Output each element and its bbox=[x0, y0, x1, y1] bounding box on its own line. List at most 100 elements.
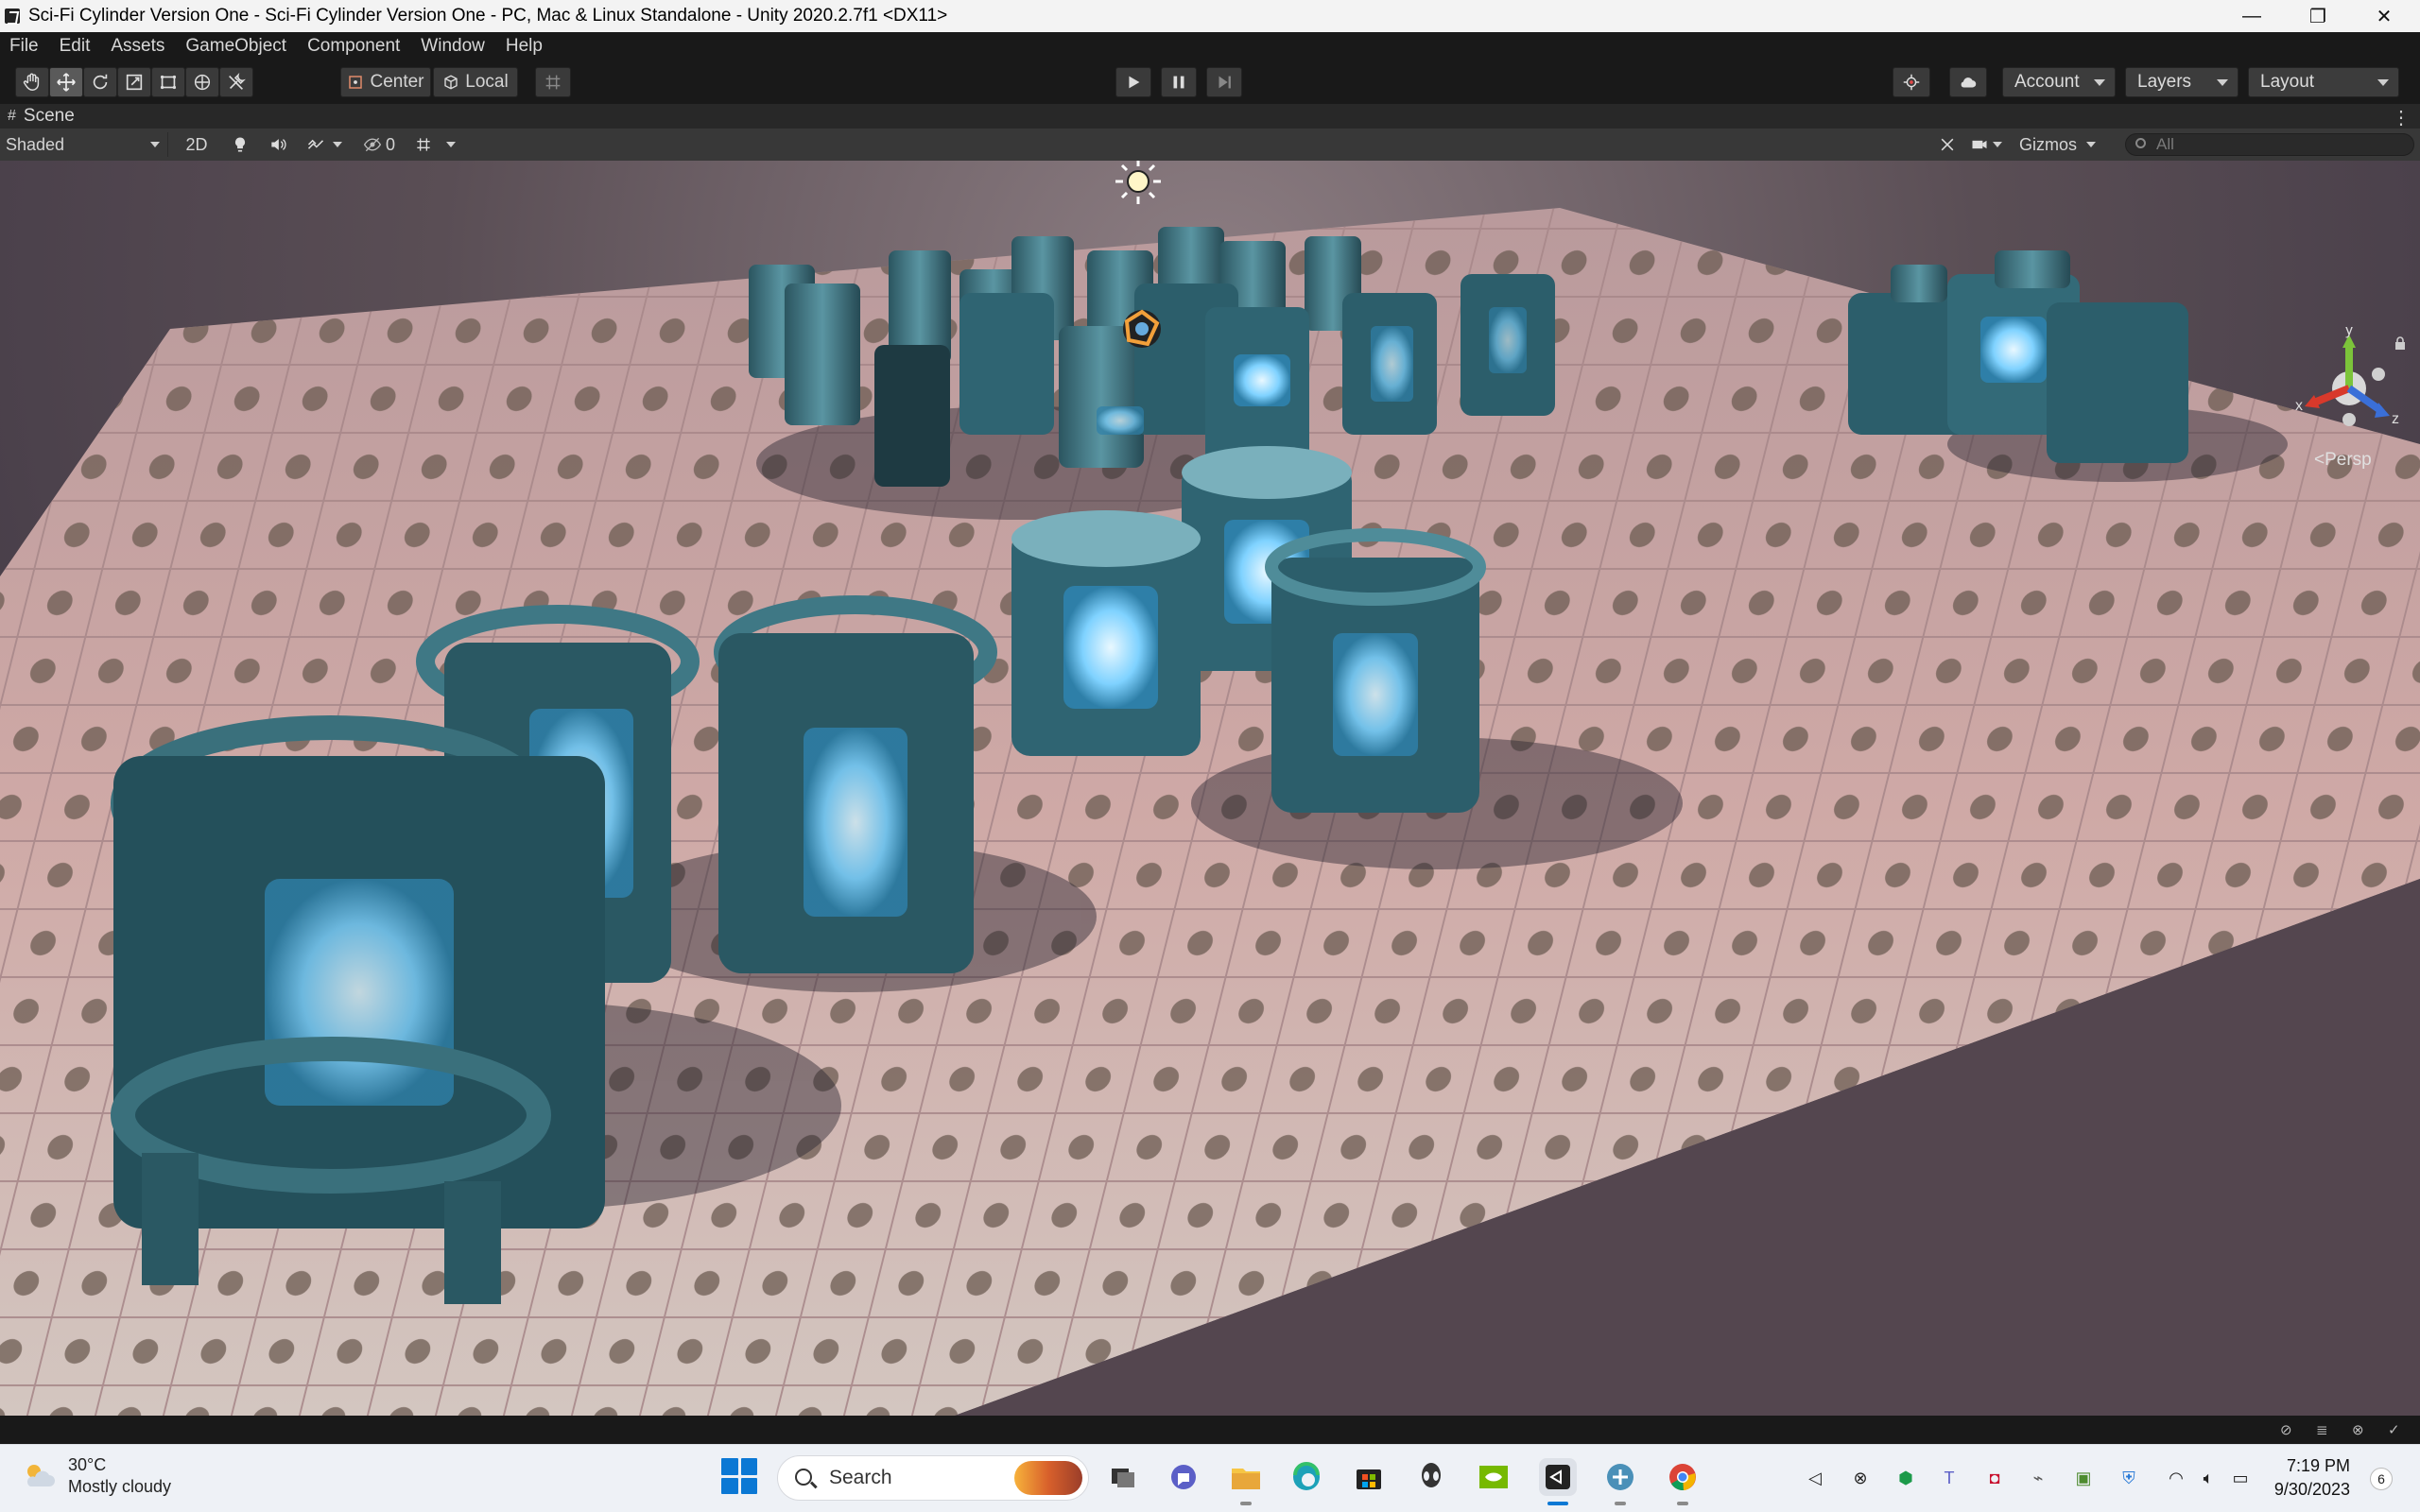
collab-button[interactable] bbox=[1893, 67, 1930, 97]
play-icon bbox=[1129, 76, 1140, 89]
notification-badge[interactable]: 6 bbox=[2370, 1468, 2393, 1490]
account-label: Account bbox=[2014, 72, 2080, 92]
xbox-icon[interactable]: ⊗ bbox=[1849, 1467, 1872, 1489]
check-circle-icon[interactable]: ✓ bbox=[2388, 1421, 2409, 1438]
file-explorer-icon[interactable] bbox=[1227, 1458, 1265, 1505]
battery-icon[interactable]: ▭ bbox=[2229, 1467, 2252, 1489]
space-local-toggle[interactable]: Local bbox=[433, 67, 518, 97]
menu-assets[interactable]: Assets bbox=[111, 36, 164, 57]
2d-toggle[interactable]: 2D bbox=[182, 132, 212, 157]
auto-generate-lighting-icon[interactable]: ⊗ bbox=[2352, 1421, 2373, 1438]
windows-taskbar: 30°C Mostly cloudy Search ◁ ⊗ ⬢ T ◘ ⌁ ▣ … bbox=[0, 1444, 2420, 1512]
step-button[interactable] bbox=[1206, 67, 1242, 97]
close-button[interactable]: ✕ bbox=[2351, 0, 2417, 32]
unity-hub-icon[interactable] bbox=[1601, 1458, 1639, 1505]
minimize-button[interactable]: — bbox=[2219, 0, 2285, 32]
play-button[interactable] bbox=[1115, 67, 1151, 97]
clock-time: 7:19 PM bbox=[2286, 1456, 2350, 1475]
volume-icon[interactable]: 🔈︎ bbox=[2197, 1467, 2220, 1489]
grid-dropdown-arrow[interactable] bbox=[446, 132, 461, 157]
teams-tray-icon[interactable]: T bbox=[1938, 1467, 1961, 1489]
title-bar: Sci-Fi Cylinder Version One - Sci-Fi Cyl… bbox=[0, 0, 2420, 32]
move-tool-button[interactable] bbox=[49, 67, 83, 97]
effects-toggle[interactable] bbox=[302, 132, 329, 157]
teams-chat-icon[interactable] bbox=[1165, 1458, 1202, 1496]
chevron-down-icon bbox=[2094, 79, 2105, 86]
hand-tool-button[interactable] bbox=[15, 67, 49, 97]
gizmos-dropdown[interactable]: Gizmos bbox=[2019, 132, 2106, 157]
custom-tool-button[interactable] bbox=[219, 67, 253, 97]
menu-bar: File Edit Assets GameObject Component Wi… bbox=[0, 32, 2420, 60]
security-tray-icon[interactable]: ⛨ bbox=[2118, 1467, 2140, 1489]
pivot-center-toggle[interactable]: Center bbox=[340, 67, 431, 97]
effects-dropdown-arrow[interactable] bbox=[333, 132, 348, 157]
rect-transform-icon bbox=[160, 75, 177, 90]
menu-gameobject[interactable]: GameObject bbox=[185, 36, 286, 57]
restore-button[interactable]: ❐ bbox=[2285, 0, 2351, 32]
tools-toggle[interactable] bbox=[1934, 132, 1961, 157]
windows-logo-quad bbox=[721, 1458, 738, 1475]
scene-view-toolbar: Shaded 2D 0 Gizmos All bbox=[0, 129, 2420, 161]
camera-icon bbox=[1972, 140, 1987, 149]
mcafee-icon[interactable]: ◘ bbox=[1983, 1467, 2006, 1489]
alienware-icon[interactable] bbox=[1412, 1458, 1450, 1496]
wifi-icon[interactable]: ◠ bbox=[2165, 1467, 2187, 1489]
layers-dropdown[interactable]: Layers bbox=[2125, 67, 2238, 97]
grid-snapping-toggle[interactable] bbox=[410, 132, 437, 157]
edge-browser-icon[interactable] bbox=[1288, 1458, 1325, 1496]
clock[interactable]: 7:19 PM 9/30/2023 bbox=[2265, 1454, 2350, 1502]
grid-icon bbox=[417, 138, 430, 151]
usb-icon[interactable]: ⌁ bbox=[2027, 1467, 2049, 1489]
menu-edit[interactable]: Edit bbox=[60, 36, 91, 57]
rotate-tool-button[interactable] bbox=[83, 67, 117, 97]
app-tray-icon[interactable]: ▣ bbox=[2072, 1467, 2095, 1489]
cloud-button[interactable] bbox=[1949, 67, 1987, 97]
rect-tool-button[interactable] bbox=[151, 67, 185, 97]
layout-dropdown[interactable]: Layout bbox=[2248, 67, 2399, 97]
menu-component[interactable]: Component bbox=[307, 36, 400, 57]
task-view-icon[interactable] bbox=[1104, 1458, 1142, 1496]
camera-settings-dropdown[interactable] bbox=[1970, 132, 2010, 157]
snap-grid-button[interactable] bbox=[535, 67, 571, 97]
menu-help[interactable]: Help bbox=[506, 36, 543, 57]
menu-window[interactable]: Window bbox=[421, 36, 485, 57]
grid-snap-icon bbox=[545, 75, 561, 90]
tab-scene[interactable]: # Scene bbox=[8, 106, 75, 127]
temperature-text: 30°C bbox=[68, 1455, 107, 1474]
bug-off-icon[interactable]: ⊘ bbox=[2280, 1421, 2301, 1438]
hidden-objects-toggle[interactable]: 0 bbox=[363, 132, 405, 157]
microsoft-store-icon[interactable] bbox=[1350, 1458, 1388, 1496]
lighting-toggle[interactable] bbox=[227, 132, 253, 157]
pause-button[interactable] bbox=[1161, 67, 1197, 97]
projection-toggle[interactable]: <Persp bbox=[2314, 450, 2372, 471]
draw-mode-dropdown[interactable]: Shaded bbox=[0, 132, 168, 157]
transform-icon bbox=[194, 74, 211, 91]
gizmo-x-label: x bbox=[2295, 398, 2303, 414]
running-indicator bbox=[1677, 1502, 1688, 1505]
running-indicator bbox=[1240, 1502, 1252, 1505]
scene-viewport[interactable]: y x z <Persp bbox=[0, 161, 2420, 1416]
unity-tray-icon[interactable]: ◁ bbox=[1804, 1467, 1826, 1489]
taskbar-search[interactable]: Search bbox=[777, 1455, 1089, 1501]
scene-search-input[interactable]: All bbox=[2125, 133, 2414, 156]
gizmo-z-label: z bbox=[2392, 411, 2399, 427]
start-button[interactable] bbox=[721, 1458, 757, 1494]
chevron-down-icon bbox=[333, 142, 342, 147]
orientation-gizmo[interactable]: y x z bbox=[2288, 327, 2411, 450]
windows-logo-quad bbox=[740, 1477, 757, 1494]
local-cube-icon bbox=[444, 75, 458, 90]
lock-icon[interactable] bbox=[2394, 336, 2406, 350]
kebab-menu-icon[interactable]: ⋮ bbox=[2392, 106, 2411, 129]
audio-toggle[interactable] bbox=[265, 132, 291, 157]
shield-icon[interactable]: ⬢ bbox=[1894, 1467, 1917, 1489]
scene-tab-bar: # Scene ⋮ bbox=[0, 104, 2420, 129]
weather-widget[interactable]: 30°C Mostly cloudy bbox=[21, 1454, 171, 1498]
nvidia-icon[interactable] bbox=[1475, 1458, 1512, 1496]
menu-file[interactable]: File bbox=[9, 36, 39, 57]
cache-icon[interactable]: ≣ bbox=[2316, 1421, 2337, 1438]
transform-tool-button[interactable] bbox=[185, 67, 219, 97]
unity-taskbar-icon[interactable] bbox=[1539, 1458, 1577, 1505]
scale-tool-button[interactable] bbox=[117, 67, 151, 97]
account-dropdown[interactable]: Account bbox=[2002, 67, 2116, 97]
chrome-icon[interactable] bbox=[1664, 1458, 1702, 1505]
